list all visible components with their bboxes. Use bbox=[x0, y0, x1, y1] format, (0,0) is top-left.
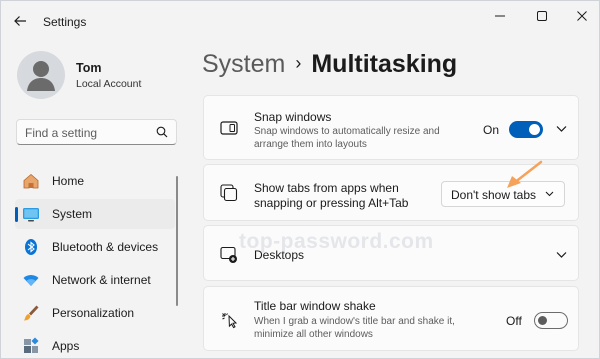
tabs-window-icon bbox=[220, 184, 238, 202]
sidebar-item-system[interactable]: System bbox=[15, 199, 175, 229]
sidebar-item-label: Bluetooth & devices bbox=[52, 240, 159, 254]
show-tabs-title-line1: Show tabs from apps when bbox=[254, 181, 399, 195]
sidebar-scrollbar[interactable] bbox=[176, 176, 178, 306]
dropdown-selected-value: Don't show tabs bbox=[451, 188, 537, 202]
sidebar-item-personalization[interactable]: Personalization bbox=[15, 298, 175, 328]
snap-layout-icon bbox=[220, 121, 238, 135]
title-bar-shake-card: Title bar window shake When I grab a win… bbox=[203, 286, 579, 351]
home-icon bbox=[23, 173, 39, 189]
snap-windows-state-label: On bbox=[483, 123, 500, 137]
breadcrumb-separator: › bbox=[295, 53, 302, 73]
bluetooth-icon bbox=[25, 239, 37, 255]
sidebar-item-label: Network & internet bbox=[52, 273, 151, 287]
window-shake-icon bbox=[222, 313, 238, 329]
title-bar: Settings bbox=[1, 1, 599, 41]
sidebar-item-label: Apps bbox=[52, 339, 80, 353]
chevron-down-icon bbox=[545, 191, 554, 197]
title-bar-shake-description-line1: When I grab a window's title bar and sha… bbox=[254, 316, 455, 327]
user-name: Tom bbox=[76, 61, 102, 75]
breadcrumb: System › Multitasking bbox=[202, 50, 457, 79]
chevron-down-icon[interactable] bbox=[556, 251, 567, 259]
title-bar-shake-state-label: Off bbox=[506, 314, 522, 328]
snap-windows-card[interactable]: Snap windows Snap windows to automatical… bbox=[203, 95, 579, 160]
avatar[interactable] bbox=[17, 51, 65, 99]
close-button[interactable] bbox=[567, 5, 597, 27]
snap-windows-description-line2: arrange them into layouts bbox=[254, 139, 367, 150]
account-type: Local Account bbox=[76, 78, 142, 90]
app-title: Settings bbox=[43, 15, 87, 29]
brush-icon bbox=[24, 305, 39, 321]
snap-windows-toggle[interactable] bbox=[509, 121, 543, 138]
back-button[interactable] bbox=[11, 11, 33, 31]
system-icon bbox=[23, 208, 39, 222]
search-icon bbox=[156, 126, 168, 138]
wifi-icon bbox=[23, 275, 39, 286]
toggle-knob bbox=[529, 124, 540, 135]
search-placeholder: Find a setting bbox=[25, 126, 98, 140]
sidebar-item-label: Home bbox=[52, 174, 85, 188]
minimize-button[interactable] bbox=[485, 5, 515, 27]
show-tabs-title-line2: snapping or pressing Alt+Tab bbox=[254, 196, 409, 210]
sidebar-item-label: System bbox=[52, 207, 93, 221]
title-bar-shake-title: Title bar window shake bbox=[254, 299, 376, 313]
user-avatar-icon bbox=[27, 61, 55, 91]
page-title: Multitasking bbox=[311, 50, 458, 78]
maximize-icon bbox=[537, 11, 547, 21]
title-bar-shake-toggle[interactable] bbox=[534, 312, 568, 329]
desktops-icon bbox=[220, 246, 237, 263]
breadcrumb-parent[interactable]: System bbox=[202, 50, 285, 78]
show-tabs-dropdown[interactable]: Don't show tabs bbox=[441, 181, 565, 207]
close-icon bbox=[577, 11, 587, 21]
snap-windows-title: Snap windows bbox=[254, 110, 332, 124]
back-arrow-icon bbox=[14, 16, 26, 26]
chevron-down-icon[interactable] bbox=[556, 125, 567, 133]
maximize-button[interactable] bbox=[527, 5, 557, 27]
snap-windows-description-line1: Snap windows to automatically resize and bbox=[254, 126, 440, 137]
toggle-knob bbox=[538, 316, 547, 325]
minimize-icon bbox=[495, 15, 505, 17]
apps-icon bbox=[24, 337, 39, 353]
desktops-title: Desktops bbox=[254, 248, 305, 262]
sidebar-item-bluetooth[interactable]: Bluetooth & devices bbox=[15, 232, 175, 262]
desktops-card[interactable]: Desktops bbox=[203, 225, 579, 281]
search-box[interactable]: Find a setting bbox=[16, 119, 177, 145]
sidebar-item-label: Personalization bbox=[52, 306, 135, 320]
active-indicator bbox=[15, 207, 18, 222]
title-bar-shake-description-line2: minimize all other windows bbox=[254, 329, 373, 340]
settings-window: Settings Tom Local Account Find a settin… bbox=[0, 0, 600, 359]
sidebar-item-apps[interactable]: Apps bbox=[15, 331, 175, 358]
sidebar-item-home[interactable]: Home bbox=[15, 166, 175, 196]
sidebar-item-network[interactable]: Network & internet bbox=[15, 265, 175, 295]
